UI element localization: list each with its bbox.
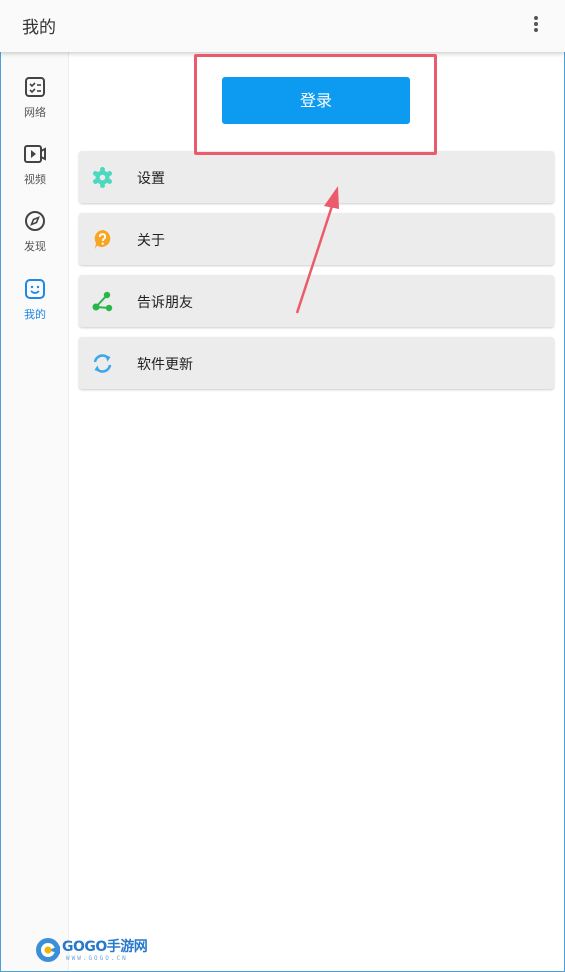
more-vert-icon[interactable] <box>522 10 550 38</box>
share-icon <box>92 291 113 312</box>
settings-gear-icon <box>93 167 112 188</box>
sidebar-item-discover[interactable]: 发现 <box>1 210 69 270</box>
menu-item-label: 告诉朋友 <box>137 295 193 311</box>
menu-item-software-update[interactable]: 软件更新 <box>79 337 554 389</box>
compass-icon <box>25 211 45 231</box>
refresh-icon <box>93 354 112 373</box>
menu-item-about[interactable]: 关于 <box>79 213 554 265</box>
sidebar-item-network[interactable]: 网络 <box>1 76 69 136</box>
sidebar: 网络 视频 发现 我的 <box>1 52 69 971</box>
menu-item-label: 软件更新 <box>137 357 193 373</box>
sidebar-item-label: 发现 <box>24 240 46 253</box>
sidebar-item-label: 我的 <box>24 308 46 321</box>
menu-item-label: 关于 <box>137 233 165 249</box>
smiley-face-icon <box>25 279 45 299</box>
menu-item-tell-friends[interactable]: 告诉朋友 <box>79 275 554 327</box>
watermark-text: GOGO手游网 <box>62 939 148 955</box>
network-list-icon <box>25 77 45 97</box>
sidebar-item-label: 网络 <box>24 106 46 119</box>
menu-item-label: 设置 <box>137 171 165 187</box>
gogo-logo-icon <box>36 938 60 962</box>
menu-item-settings[interactable]: 设置 <box>79 151 554 203</box>
page-title: 我的 <box>22 18 56 38</box>
sidebar-item-mine[interactable]: 我的 <box>1 278 69 338</box>
sidebar-item-video[interactable]: 视频 <box>1 143 69 203</box>
watermark-url: WWW.GOGO.CN <box>66 955 128 962</box>
gogo-watermark-logo: GOGO手游网 WWW.GOGO.CN <box>34 934 154 966</box>
app-bar: 我的 <box>0 0 565 52</box>
question-icon <box>94 230 111 249</box>
video-icon <box>24 145 46 163</box>
annotation-highlight-box <box>194 54 437 155</box>
sidebar-item-label: 视频 <box>24 173 46 186</box>
